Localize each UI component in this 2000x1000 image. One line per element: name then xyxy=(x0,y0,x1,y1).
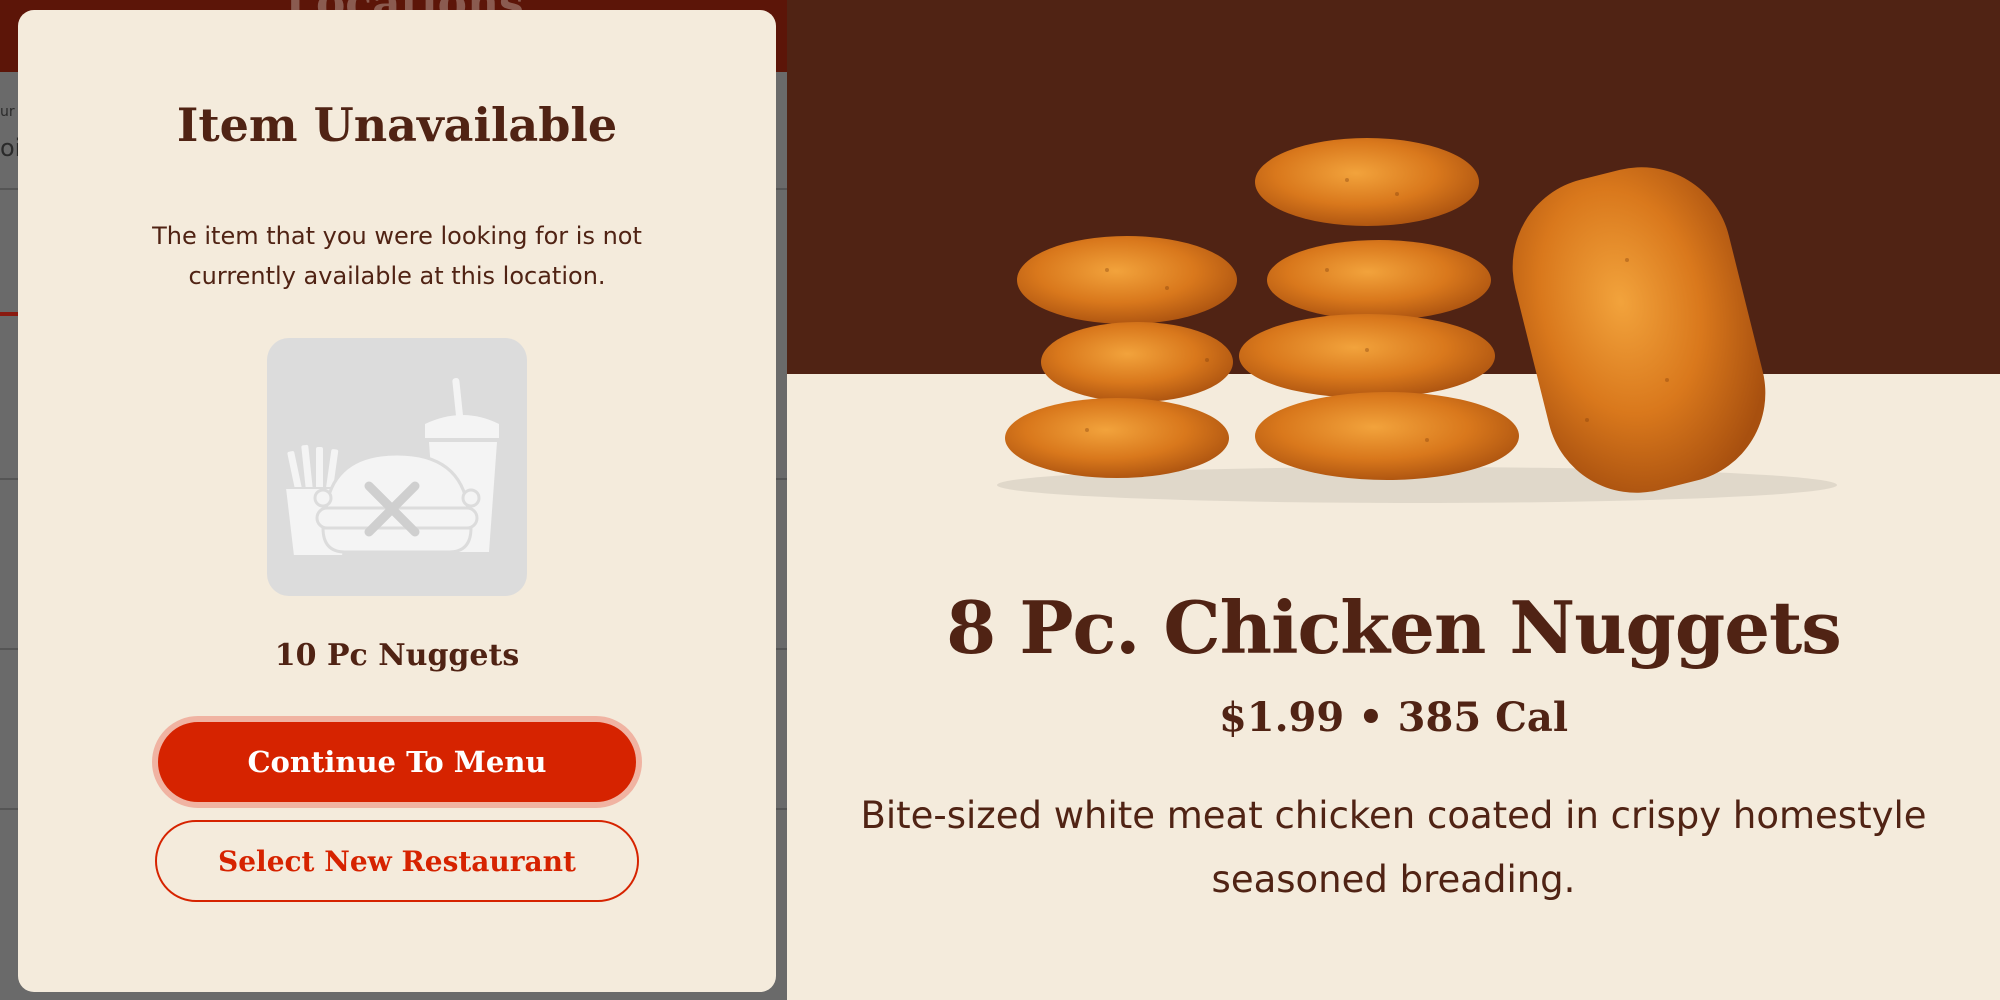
item-unavailable-modal: Item Unavailable The item that you were … xyxy=(18,10,776,992)
product-price-calories: $1.99 • 385 Cal xyxy=(787,694,2000,741)
background-accent xyxy=(0,312,18,316)
product-detail-panel: 8 Pc. Chicken Nuggets $1.99 • 385 Cal Bi… xyxy=(787,0,2000,1000)
chicken-nuggets-image xyxy=(997,138,1837,503)
product-description: Bite-sized white meat chicken coated in … xyxy=(860,794,1927,901)
product-calories: 385 Cal xyxy=(1397,694,1569,741)
app-window: Locations ur A ois Item Unavailable The … xyxy=(0,0,2000,1000)
select-new-restaurant-button[interactable]: Select New Restaurant xyxy=(155,820,639,902)
unavailable-meal-icon xyxy=(267,338,527,596)
modal-title-text: Item Unavailable xyxy=(176,98,618,152)
continue-to-menu-button[interactable]: Continue To Menu xyxy=(152,716,642,808)
meta-separator: • xyxy=(1358,694,1384,741)
modal-title: Item Unavailable xyxy=(18,98,776,152)
unavailable-item-name: 10 Pc Nuggets xyxy=(274,638,520,673)
product-title: 8 Pc. Chicken Nuggets xyxy=(946,585,1842,670)
modal-message: The item that you were looking for is no… xyxy=(152,222,642,290)
product-price: $1.99 xyxy=(1218,694,1345,741)
